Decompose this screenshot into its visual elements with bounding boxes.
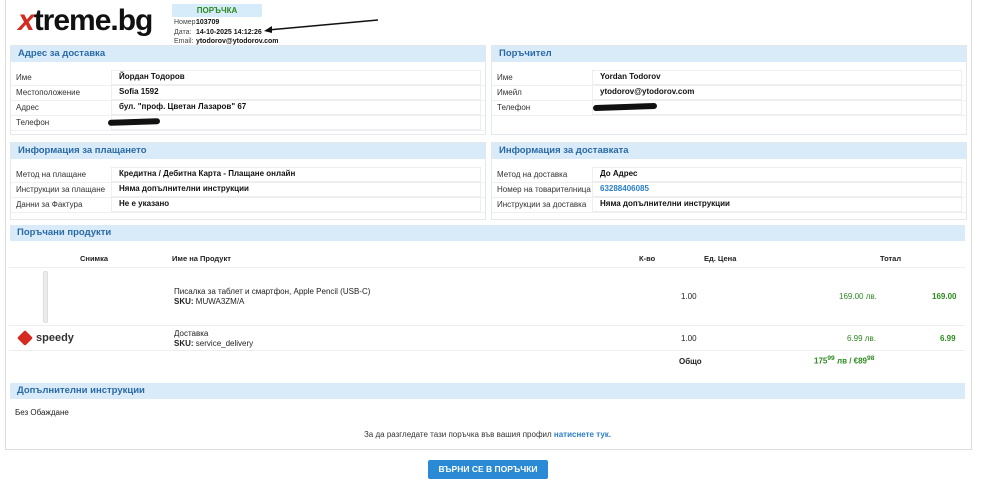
divider bbox=[9, 267, 965, 268]
shipping-instructions-row: Инструкции за доставка Няма допълнителни… bbox=[492, 197, 966, 213]
delivery-phone-row: Телефон bbox=[11, 115, 485, 131]
xtreme-logo[interactable]: xtreme.bg bbox=[18, 4, 153, 38]
delivery-address-row: Адрес бул. "проф. Цветан Лазаров" 67 bbox=[11, 100, 485, 116]
col-qty: К-во bbox=[639, 254, 656, 263]
customer-panel: Поръчител Име Yordan Todorov Имейл ytodo… bbox=[491, 45, 967, 135]
order-number: 103709 bbox=[195, 19, 220, 26]
col-unit-price: Ед. Цена bbox=[704, 254, 737, 263]
footer-note-text: За да разгледате тази поръчка във вашия … bbox=[363, 430, 552, 439]
product-total: 6.99 bbox=[940, 334, 956, 343]
row-label: Телефон bbox=[497, 103, 531, 112]
row-value: Няма допълнителни инструкции bbox=[119, 184, 249, 193]
sku-value: MUWA3ZM/A bbox=[195, 297, 245, 306]
product-qty: 1.00 bbox=[681, 292, 697, 301]
delivery-name-row: Име Йордан Тодоров bbox=[11, 70, 485, 86]
payment-method-row: Метод на плащане Кредитна / Дебитна Карт… bbox=[11, 167, 485, 183]
row-label: Телефон bbox=[16, 118, 50, 127]
row-label: Метод на доставка bbox=[497, 170, 568, 179]
product-image-apple-pencil[interactable] bbox=[43, 271, 48, 323]
total-main-decimals: 99 bbox=[827, 355, 835, 362]
number-label: Номер: bbox=[174, 19, 198, 26]
speedy-cube-icon bbox=[17, 330, 33, 346]
divider bbox=[9, 350, 965, 351]
product-name: Доставка bbox=[174, 329, 209, 338]
payment-instructions-row: Инструкции за плащане Няма допълнителни … bbox=[11, 182, 485, 198]
row-label: Имейл bbox=[497, 88, 522, 97]
payment-panel: Информация за плащането Метод на плащане… bbox=[10, 142, 486, 220]
products-table-header: Снимка Име на Продукт К-во Ед. Цена Тота… bbox=[9, 252, 965, 266]
tracking-number-row: Номер на товарителница 63288406085 bbox=[492, 182, 966, 198]
row-value: Йордан Тодоров bbox=[119, 72, 185, 81]
row-value: Няма допълнителни инструкции bbox=[600, 199, 730, 208]
product-qty: 1.00 bbox=[681, 334, 697, 343]
shipping-method-row: Метод на доставка До Адрес bbox=[492, 167, 966, 183]
footer-note: За да разгледате тази поръчка във вашия … bbox=[0, 430, 975, 439]
products-title: Поръчани продукти bbox=[10, 225, 965, 241]
row-value: Не е указано bbox=[119, 199, 170, 208]
order-date: 14-10-2025 14:12:26 bbox=[195, 28, 262, 36]
extra-instructions-panel: Допълнителни инструкции Без Обаждане bbox=[10, 383, 965, 423]
row-label: Име bbox=[16, 73, 32, 82]
extra-instructions-text: Без Обаждане bbox=[15, 408, 69, 417]
payment-title: Информация за плащането bbox=[11, 143, 485, 159]
sku-value: service_delivery bbox=[195, 339, 254, 348]
row-label: Номер на товарителница bbox=[497, 185, 591, 194]
row-value: Sofia 1592 bbox=[119, 87, 159, 96]
product-name[interactable]: Писалка за таблет и смартфон, Apple Penc… bbox=[174, 287, 370, 296]
invoice-data-row: Данни за Фактура Не е указано bbox=[11, 197, 485, 213]
back-to-orders-button[interactable]: ВЪРНИ СЕ В ПОРЪЧКИ bbox=[428, 460, 548, 479]
delivery-address-panel: Адрес за доставка Име Йордан Тодоров Мес… bbox=[10, 45, 486, 135]
row-value: До Адрес bbox=[600, 169, 638, 178]
product-total: 169.00 bbox=[932, 292, 957, 301]
total-eur-decimals: 98 bbox=[867, 355, 875, 362]
product-unit-price: 169.00 лв. bbox=[839, 292, 877, 301]
product-sku: SKU: service_delivery bbox=[174, 339, 253, 348]
row-label: Данни за Фактура bbox=[16, 200, 83, 209]
product-sku: SKU: MUWA3ZM/A bbox=[174, 297, 244, 306]
profile-link[interactable]: натиснете тук. bbox=[554, 430, 611, 439]
customer-name-row: Име Yordan Todorov bbox=[492, 70, 966, 86]
total-label: Общо bbox=[679, 357, 702, 366]
customer-email-row: Имейл ytodorov@ytodorov.com bbox=[492, 85, 966, 101]
row-value: Кредитна / Дебитна Карта - Плащане онлай… bbox=[119, 169, 296, 178]
value-box bbox=[111, 85, 481, 100]
value-box bbox=[111, 115, 481, 130]
col-name: Име на Продукт bbox=[172, 254, 231, 263]
date-label: Дата: bbox=[174, 28, 192, 36]
total-middle: лв / €89 bbox=[834, 356, 868, 366]
shipping-panel: Информация за доставката Метод на достав… bbox=[491, 142, 967, 220]
row-value: бул. "проф. Цветан Лазаров" 67 bbox=[119, 102, 247, 111]
col-image: Снимка bbox=[80, 254, 109, 263]
value-box bbox=[592, 167, 962, 182]
delivery-location-row: Местоположение Sofia 1592 bbox=[11, 85, 485, 101]
row-value: Yordan Todorov bbox=[600, 72, 661, 81]
sku-label: SKU: bbox=[174, 339, 194, 348]
customer-phone-row: Телефон bbox=[492, 100, 966, 116]
row-label: Местоположение bbox=[16, 88, 81, 97]
row-label: Инструкции за плащане bbox=[16, 185, 106, 194]
products-panel: Поръчани продукти bbox=[10, 225, 965, 375]
delivery-address-title: Адрес за доставка bbox=[11, 46, 485, 62]
grand-total: 17599 лв / €8998 bbox=[814, 355, 874, 366]
row-value: ytodorov@ytodorov.com bbox=[600, 87, 695, 96]
row-label: Име bbox=[497, 73, 513, 82]
extra-instructions-title: Допълнителни инструкции bbox=[10, 383, 965, 399]
divider bbox=[9, 325, 965, 326]
product-unit-price: 6.99 лв. bbox=[847, 334, 876, 343]
annotation-arrow bbox=[264, 19, 379, 33]
tracking-number-link[interactable]: 63288406085 bbox=[600, 184, 649, 193]
shipping-title: Информация за доставката bbox=[492, 143, 966, 159]
col-total: Тотал bbox=[880, 254, 902, 263]
row-label: Метод на плащане bbox=[16, 170, 87, 179]
sku-label: SKU: bbox=[174, 297, 194, 306]
row-label: Инструкции за доставка bbox=[497, 200, 587, 209]
customer-title: Поръчител bbox=[492, 46, 966, 62]
speedy-logo: speedy bbox=[17, 330, 74, 346]
row-label: Адрес bbox=[16, 103, 39, 112]
total-main: 175 bbox=[814, 356, 828, 366]
order-title: ПОРЪЧКА bbox=[172, 4, 262, 17]
order-email: ytodorov@ytodorov.com bbox=[195, 38, 279, 45]
